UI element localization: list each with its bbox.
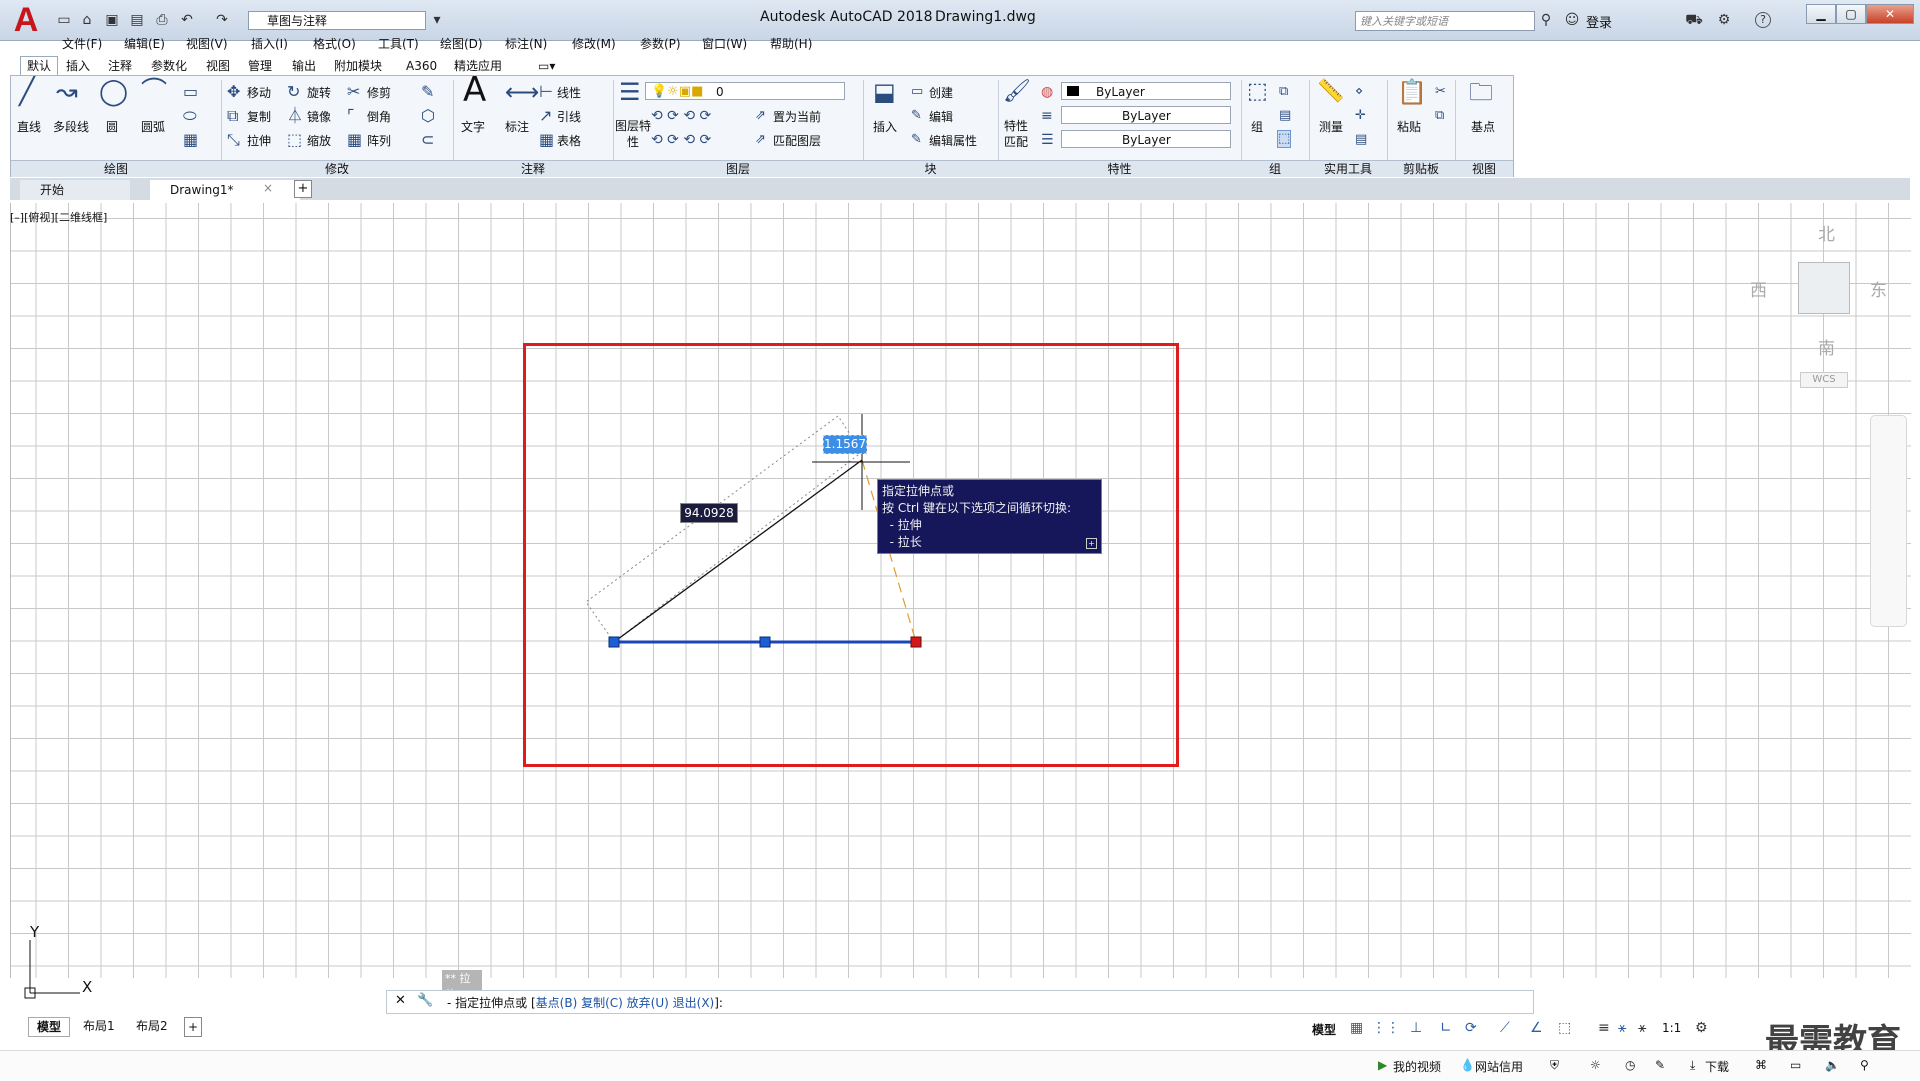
osnap-icon[interactable]: ⬚	[1558, 1020, 1571, 1036]
settings-tray-icon[interactable]: ☼	[1590, 1058, 1601, 1072]
ortho-icon[interactable]: ∟	[1440, 1020, 1452, 1036]
command-prompt[interactable]: - 指定拉伸点或 [基点(B) 复制(C) 放弃(U) 退出(X)]:	[447, 994, 723, 1011]
grip-tooltip: 指定拉伸点或 按 Ctrl 键在以下选项之间循环切换: - 拉伸 - 拉长 +	[877, 479, 1102, 554]
infer-icon[interactable]: ⊥	[1410, 1020, 1422, 1036]
model-space-button[interactable]: 模型	[1312, 1021, 1336, 1038]
grid-icon[interactable]: ▦	[1350, 1020, 1363, 1036]
search-tray-icon[interactable]: ⚲	[1860, 1058, 1869, 1072]
tooltip-expand-icon[interactable]: +	[1086, 538, 1097, 549]
download-tray-icon[interactable]: ⤓	[1690, 1058, 1695, 1073]
polar-icon[interactable]: ⟳	[1465, 1020, 1477, 1036]
highlight-frame	[523, 343, 1179, 767]
clock-tray-icon[interactable]: ◷	[1625, 1058, 1635, 1072]
ucs-x-label: X	[82, 978, 93, 996]
lineweight-status-icon[interactable]: ≡	[1598, 1020, 1610, 1036]
snap-icon[interactable]: ⋮⋮	[1372, 1020, 1400, 1036]
annotation-scale-icon[interactable]: ⚹	[1638, 1020, 1646, 1036]
annotation-visibility-icon[interactable]: ⚹	[1618, 1020, 1626, 1036]
system-tray: ▶ 我的视频 💧 网站信用 ⛨ ☼ ◷ ✎ ⤓ 下载 ⌘ ▭ 🔈 ⚲	[0, 1050, 1920, 1081]
close-command-icon[interactable]: ✕	[395, 993, 406, 1008]
ucs-y-label: Y	[30, 923, 40, 941]
tooltip-line: - 拉伸	[882, 518, 922, 532]
prompt-suffix: ]:	[714, 996, 723, 1010]
net-tray-icon[interactable]: 💧	[1460, 1058, 1475, 1072]
layout1-tab[interactable]: 布局1	[75, 1017, 123, 1035]
layout2-tab[interactable]: 布局2	[128, 1017, 176, 1035]
isodraft-icon[interactable]: ⟋	[1500, 1020, 1510, 1036]
volume-icon[interactable]: 🔈	[1825, 1058, 1840, 1072]
dynamic-input-angle[interactable]: 1.1567	[823, 435, 867, 454]
net-credit-label[interactable]: 网站信用	[1475, 1058, 1523, 1075]
object-snap-tracking-icon[interactable]: ∠	[1530, 1020, 1543, 1036]
my-video-label[interactable]: 我的视频	[1393, 1058, 1441, 1075]
customize-command-icon[interactable]: 🔧	[417, 993, 433, 1008]
model-tab[interactable]: 模型	[28, 1017, 71, 1037]
network-tray-icon[interactable]: ⌘	[1755, 1058, 1767, 1072]
prompt-text: - 指定拉伸点或 [	[447, 996, 536, 1010]
add-layout-button[interactable]: +	[184, 1017, 203, 1037]
tooltip-line: 按 Ctrl 键在以下选项之间循环切换:	[882, 501, 1072, 515]
workspace-gear-icon[interactable]: ⚙	[1695, 1020, 1708, 1036]
option-base-point[interactable]: 基点(B)	[536, 996, 578, 1010]
command-history: ** 拉伸 **	[442, 940, 482, 1002]
shield-icon[interactable]: ⛨	[1550, 1058, 1559, 1073]
command-line[interactable]: ✕ 🔧 - 指定拉伸点或 [基点(B) 复制(C) 放弃(U) 退出(X)]:	[386, 990, 1534, 1014]
tool-tray-icon[interactable]: ✎	[1655, 1058, 1665, 1072]
option-undo[interactable]: 放弃(U)	[627, 996, 669, 1010]
annotation-scale-value[interactable]: 1:1	[1662, 1021, 1681, 1035]
video-tray-icon[interactable]: ▶	[1378, 1058, 1387, 1072]
option-exit[interactable]: 退出(X)	[673, 996, 715, 1010]
window-tray-icon[interactable]: ▭	[1790, 1058, 1801, 1072]
tooltip-line: 指定拉伸点或	[882, 484, 955, 498]
tooltip-line: - 拉长	[882, 535, 922, 549]
option-copy[interactable]: 复制(C)	[581, 996, 623, 1010]
download-label[interactable]: 下载	[1705, 1058, 1729, 1075]
dynamic-input-length[interactable]: 94.0928	[680, 503, 738, 523]
